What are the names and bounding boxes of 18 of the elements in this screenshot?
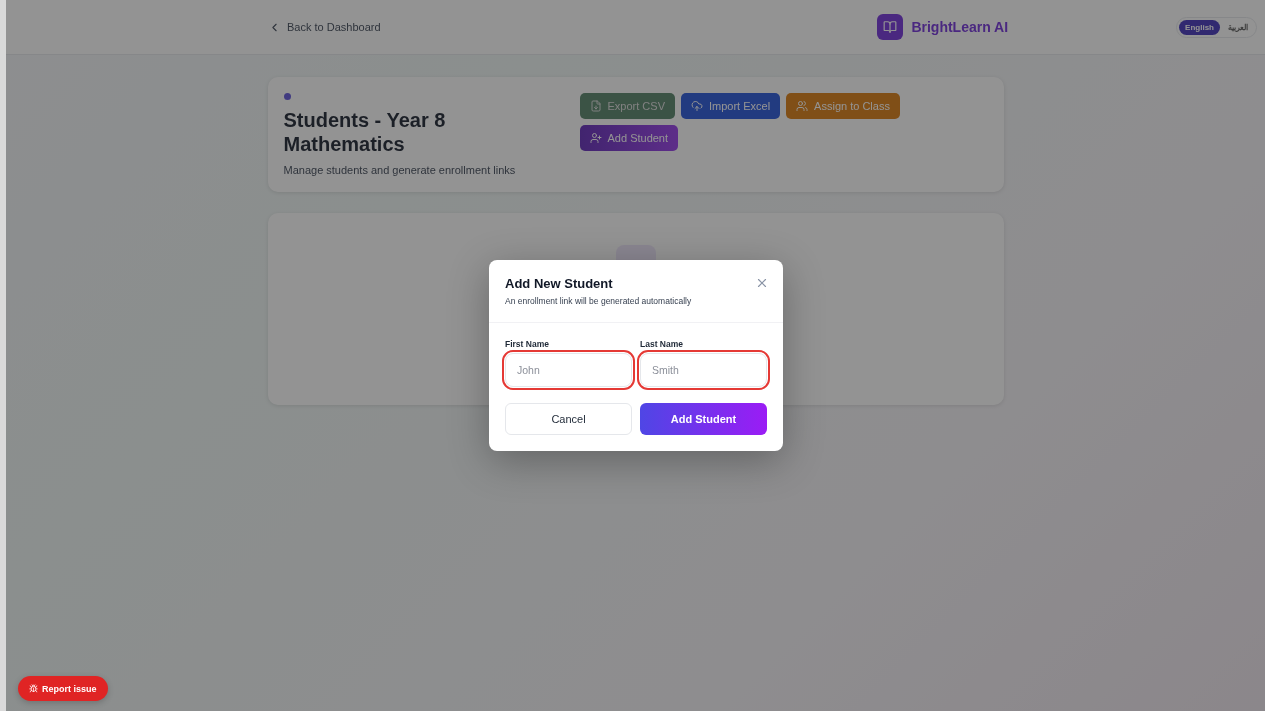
page-subtitle: Manage students and generate enrollment links bbox=[283, 164, 517, 176]
back-link[interactable]: Back to Dashboard bbox=[268, 20, 381, 34]
name-input-field[interactable]: John bbox=[505, 353, 632, 387]
assign-button[interactable]: Assign to Class bbox=[786, 93, 900, 119]
brand-name: BrightLearn AI bbox=[911, 19, 1009, 35]
page-title: Students - Year 8 Mathematics bbox=[283, 108, 447, 156]
add-student-button[interactable]: Add Student bbox=[640, 403, 767, 435]
field-label: Last Name bbox=[640, 339, 684, 349]
dialog-title: Add New Student bbox=[505, 276, 613, 291]
add-button[interactable]: Add Student bbox=[579, 125, 679, 151]
report-issue-button[interactable]: Report issue bbox=[18, 676, 108, 701]
import-button[interactable]: Import Excel bbox=[680, 93, 781, 119]
language-option[interactable]: English bbox=[1179, 19, 1220, 35]
language-option[interactable]: العربية bbox=[1222, 19, 1254, 35]
name-input-field[interactable]: Smith bbox=[640, 353, 767, 387]
cancel-button[interactable]: Cancel bbox=[505, 403, 632, 435]
dialog-subtitle: An enrollment link will be generated automatically bbox=[505, 296, 693, 306]
field-label: First Name bbox=[505, 339, 550, 349]
